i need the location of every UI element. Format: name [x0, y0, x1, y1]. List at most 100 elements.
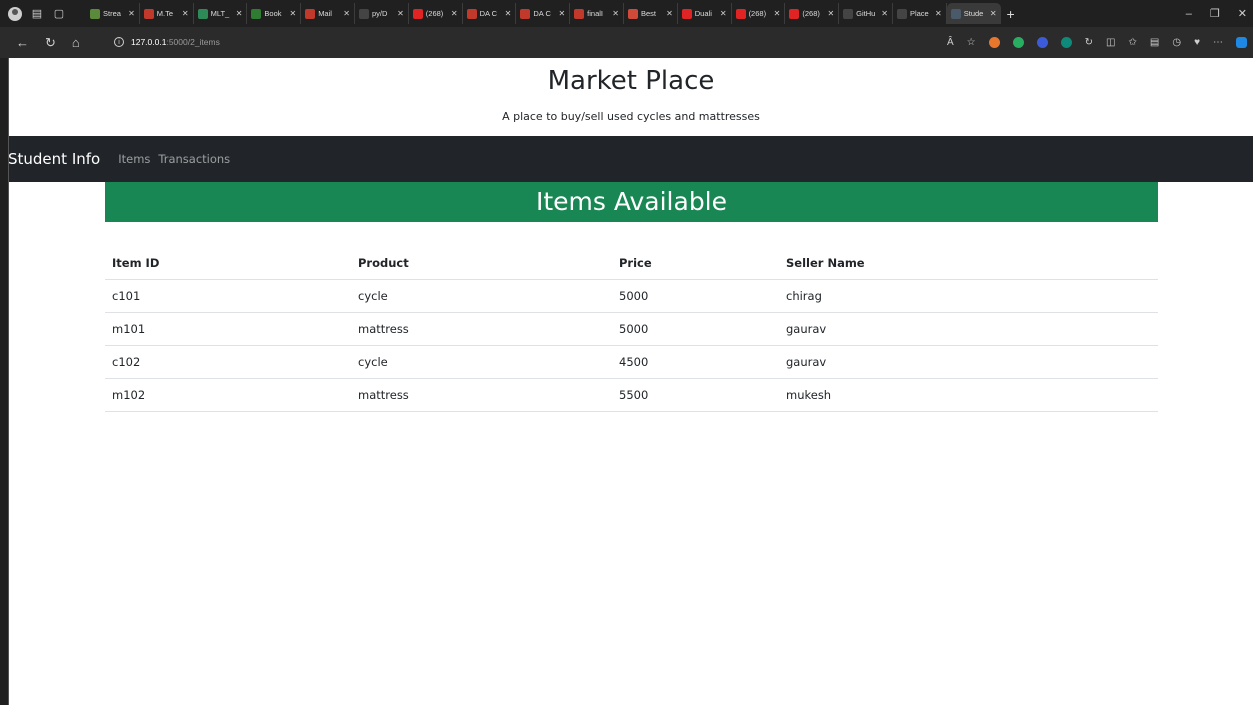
tab-favicon-icon: [843, 8, 854, 19]
more-menu-icon[interactable]: ⋯: [1213, 37, 1223, 48]
new-tab-button[interactable]: +: [1001, 6, 1021, 22]
browser-tab[interactable]: GitHu ✕: [839, 3, 893, 24]
extension-icon[interactable]: [988, 37, 1000, 48]
home-icon[interactable]: ⌂: [72, 35, 80, 50]
cell-product: cycle: [351, 279, 612, 313]
tab-label: Best: [640, 9, 656, 18]
tab-close-icon[interactable]: ✕: [612, 9, 619, 18]
extension-icon[interactable]: [1060, 37, 1072, 48]
minimize-icon[interactable]: –: [1186, 8, 1192, 20]
tab-close-icon[interactable]: ✕: [558, 9, 565, 18]
cell-item-id: m102: [105, 378, 351, 412]
tab-close-icon[interactable]: ✕: [935, 9, 942, 18]
table-header-row: Item ID Product Price Seller Name: [105, 248, 1158, 280]
browser-tab[interactable]: py/D ✕: [355, 3, 409, 24]
browser-tab[interactable]: DA C ✕: [516, 3, 571, 24]
table-row: c101 cycle 5000 chirag: [105, 279, 1158, 313]
nav-link-items[interactable]: Items: [118, 152, 150, 166]
browser-tab[interactable]: M.Te ✕: [140, 3, 194, 24]
cell-item-id: c101: [105, 279, 351, 313]
back-icon[interactable]: ←: [16, 35, 29, 50]
favorite-star-icon[interactable]: ☆: [967, 37, 976, 48]
workspaces-icon[interactable]: ▤: [30, 7, 44, 21]
url-host: 127.0.0.1: [131, 37, 167, 47]
tab-favicon-icon: [358, 8, 369, 19]
browser-tab[interactable]: Place ✕: [893, 3, 947, 24]
tab-close-icon[interactable]: ✕: [881, 9, 888, 18]
cell-price: 5500: [612, 378, 779, 412]
tab-close-icon[interactable]: ✕: [343, 9, 350, 18]
close-icon[interactable]: ✕: [1238, 7, 1247, 20]
table-row: m102 mattress 5500 mukesh: [105, 378, 1158, 412]
refresh-extension-icon[interactable]: ↻: [1085, 37, 1093, 48]
tab-close-icon[interactable]: ✕: [236, 9, 243, 18]
column-header-seller-name: Seller Name: [779, 248, 1158, 280]
tab-label: MLT_: [210, 9, 230, 18]
tab-favicon-icon: [143, 8, 154, 19]
cell-seller-name: gaurav: [779, 312, 1158, 346]
tab-label: (268): [425, 9, 444, 18]
profile-avatar[interactable]: [8, 6, 22, 21]
browser-tab[interactable]: finalI ✕: [570, 3, 624, 24]
tab-favicon-icon: [789, 8, 800, 19]
nav-link-transactions[interactable]: Transactions: [158, 152, 230, 166]
tab-close-icon[interactable]: ✕: [720, 9, 727, 18]
tab-label: DA C: [533, 9, 551, 18]
tab-close-icon[interactable]: ✕: [289, 9, 296, 18]
tab-close-icon[interactable]: ✕: [774, 9, 781, 18]
browser-tab[interactable]: (268) ✕: [732, 3, 786, 24]
extension-icon[interactable]: [1012, 37, 1024, 48]
restore-icon[interactable]: ❐: [1210, 7, 1220, 20]
window-controls: – ❐ ✕: [1186, 0, 1247, 27]
tab-close-icon[interactable]: ✕: [827, 9, 834, 18]
cell-seller-name: chirag: [779, 279, 1158, 313]
site-subtitle: A place to buy/sell used cycles and matt…: [502, 110, 760, 123]
tab-favicon-icon: [735, 8, 746, 19]
split-screen-icon[interactable]: ◫: [1106, 37, 1115, 48]
copilot-icon[interactable]: [1236, 37, 1247, 48]
tab-favicon-icon: [412, 8, 423, 19]
tab-label: Stude: [963, 9, 984, 18]
browser-tab[interactable]: Book ✕: [247, 3, 302, 24]
browser-tab[interactable]: (268) ✕: [409, 3, 463, 24]
tab-close-icon[interactable]: ✕: [128, 9, 135, 18]
history-icon[interactable]: ◷: [1172, 37, 1181, 48]
navbar-brand[interactable]: Student Info: [9, 150, 100, 168]
refresh-icon[interactable]: ↻: [45, 35, 56, 51]
tab-favicon-icon: [305, 8, 316, 19]
browser-tab[interactable]: Mail ✕: [301, 3, 355, 24]
tab-label: (268): [802, 9, 820, 18]
browser-tab-strip: ▤ ▢ Strea ✕ M.Te ✕ MLT_ ✕ Book ✕ Mail ✕ py/D ✕ (268)…: [0, 0, 1253, 27]
tab-favicon-icon: [681, 8, 692, 19]
browser-tab[interactable]: Strea ✕: [86, 3, 140, 24]
tab-label: finalI: [587, 9, 604, 18]
tab-close-icon[interactable]: ✕: [182, 9, 189, 18]
tab-close-icon[interactable]: ✕: [666, 9, 673, 18]
items-table: Item ID Product Price Seller Name c101 c…: [105, 248, 1158, 412]
tab-close-icon[interactable]: ✕: [990, 9, 997, 18]
browser-tab[interactable]: DA C ✕: [463, 3, 517, 24]
browser-tab[interactable]: Best ✕: [624, 3, 678, 24]
browser-tab[interactable]: Duali ✕: [678, 3, 732, 24]
tab-label: DA C: [479, 9, 498, 18]
browser-tab[interactable]: Stude ✕: [946, 3, 1001, 24]
tab-close-icon[interactable]: ✕: [505, 9, 512, 18]
cell-item-id: m101: [105, 312, 351, 346]
site-info-icon[interactable]: i: [114, 37, 124, 47]
site-header: Market Place A place to buy/sell used cy…: [9, 58, 1253, 136]
tab-close-icon[interactable]: ✕: [451, 9, 458, 18]
favorites-icon[interactable]: ✩: [1128, 37, 1136, 48]
browser-tab[interactable]: (268) ✕: [785, 3, 840, 24]
tab-actions-icon[interactable]: ▢: [52, 7, 66, 21]
collections-icon[interactable]: ▤: [1150, 37, 1159, 48]
extension-icon[interactable]: [1036, 37, 1048, 48]
tab-favicon-icon: [251, 8, 262, 19]
performance-icon[interactable]: ♥: [1194, 37, 1200, 48]
url-field[interactable]: i 127.0.0.1:5000/2_items: [104, 31, 899, 53]
tab-close-icon[interactable]: ✕: [397, 9, 404, 18]
read-aloud-icon[interactable]: Â: [947, 37, 954, 48]
column-header-price: Price: [612, 248, 779, 280]
browser-tab[interactable]: MLT_ ✕: [194, 3, 248, 24]
navbar: Student Info Items Transactions: [9, 136, 1253, 182]
tab-label: (268): [748, 9, 767, 18]
